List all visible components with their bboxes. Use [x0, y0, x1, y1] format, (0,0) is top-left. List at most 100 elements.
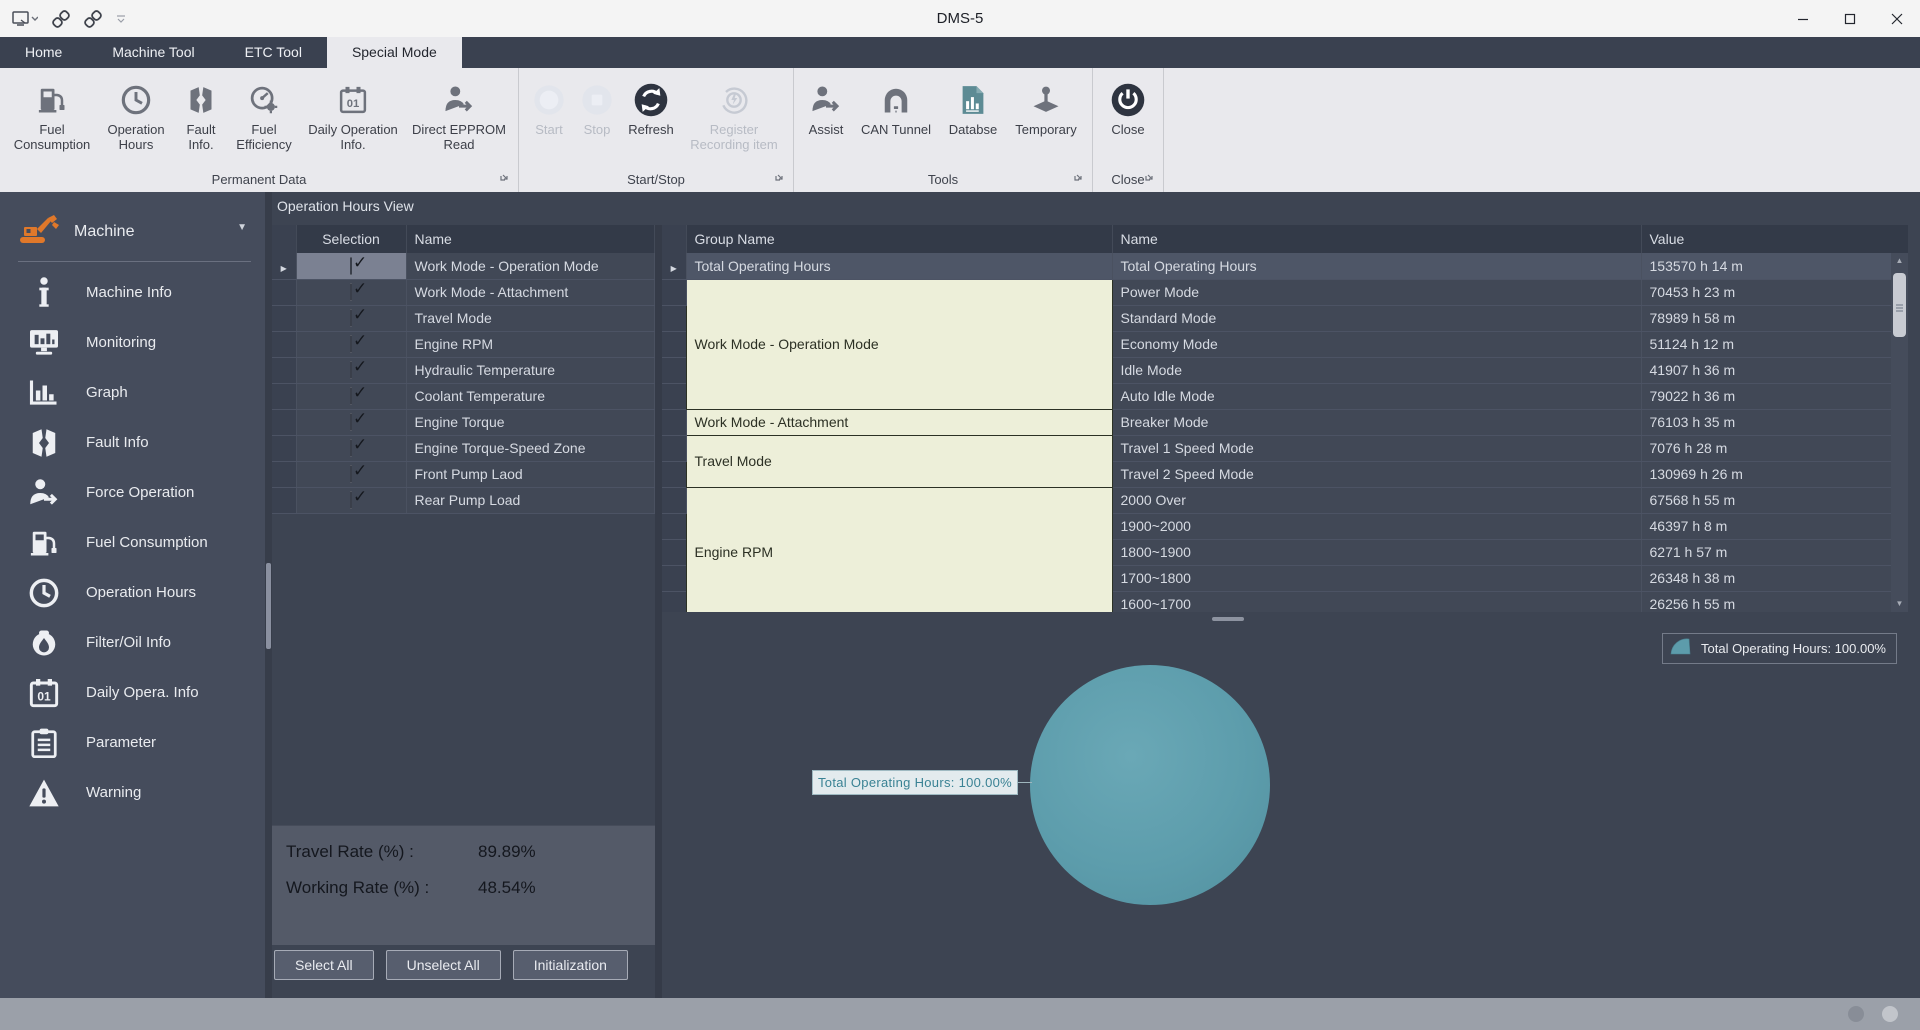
close-button[interactable]: Close	[1099, 76, 1157, 137]
table-row[interactable]: Engine RPM 2000 Over 67568 h 55 m	[662, 487, 1908, 513]
sidebar-item-operation-hours[interactable]: Operation Hours	[0, 568, 265, 618]
splitter-grip[interactable]	[266, 563, 271, 649]
daily-operation-info-button[interactable]: 01 Daily Operation Info.	[300, 76, 406, 153]
ribbon-group-permanent-data: Fuel Consumption Operation Hours Fault I…	[0, 68, 519, 192]
tab-machine-tool[interactable]: Machine Tool	[87, 37, 219, 68]
column-header-name[interactable]: Name	[1112, 225, 1641, 253]
sidebar-item-fuel-consumption[interactable]: Fuel Consumption	[0, 518, 265, 568]
dialog-launcher-icon[interactable]	[500, 167, 509, 187]
dialog-launcher-icon[interactable]	[1145, 167, 1154, 187]
checkbox[interactable]	[350, 335, 352, 353]
checkbox[interactable]	[350, 413, 352, 431]
direct-epprom-read-button[interactable]: Direct EPPROM Read	[406, 76, 512, 153]
table-row[interactable]: Front Pump Laod	[272, 461, 655, 487]
register-recording-item-button[interactable]: Register Recording item	[681, 76, 787, 153]
checkbox[interactable]	[350, 361, 352, 379]
fuel-consumption-button[interactable]: Fuel Consumption	[6, 76, 98, 153]
scroll-down-icon[interactable]: ▼	[1891, 596, 1908, 612]
column-header-name[interactable]: Name	[406, 225, 655, 253]
initialization-button[interactable]: Initialization	[513, 950, 628, 980]
unselect-all-button[interactable]: Unselect All	[386, 950, 501, 980]
vertical-scrollbar[interactable]: ▲ ▼	[1891, 225, 1908, 612]
column-header-value[interactable]: Value	[1641, 225, 1908, 253]
operation-hours-table: Group Name Name Value Total Operating Ho…	[662, 225, 1908, 612]
checkbox[interactable]	[350, 283, 352, 301]
chevron-down-icon[interactable]: ▼	[237, 222, 247, 233]
refresh-button[interactable]: Refresh	[621, 76, 681, 137]
sidebar-item-daily-operation-info[interactable]: 01 Daily Opera. Info	[0, 668, 265, 718]
tab-special-mode[interactable]: Special Mode	[327, 37, 462, 68]
group-cell[interactable]: Travel Mode	[686, 435, 1112, 487]
checkbox[interactable]	[350, 439, 352, 457]
group-cell[interactable]: Work Mode - Attachment	[686, 409, 1112, 435]
power-icon	[1111, 78, 1145, 122]
table-row[interactable]: Work Mode - Attachment Breaker Mode 7610…	[662, 409, 1908, 435]
sidebar-item-fault-info[interactable]: Fault Info	[0, 418, 265, 468]
sidebar-divider	[18, 261, 251, 262]
sidebar-splitter[interactable]	[265, 192, 272, 998]
can-tunnel-button[interactable]: CAN Tunnel	[852, 76, 940, 137]
dialog-launcher-icon[interactable]	[775, 167, 784, 187]
databse-button[interactable]: Databse	[940, 76, 1006, 137]
start-button[interactable]: Start	[525, 76, 573, 137]
fuel-efficiency-button[interactable]: Fuel Efficiency	[228, 76, 300, 153]
table-row[interactable]: Rear Pump Load	[272, 487, 655, 513]
sidebar-item-force-operation[interactable]: Force Operation	[0, 468, 265, 518]
tab-home[interactable]: Home	[0, 37, 87, 68]
sidebar-item-graph[interactable]: Graph	[0, 368, 265, 418]
splitter-grip[interactable]	[1212, 617, 1244, 621]
tunnel-icon	[881, 78, 911, 122]
scroll-up-icon[interactable]: ▲	[1891, 253, 1908, 269]
status-indicator	[1882, 1006, 1898, 1022]
group-cell[interactable]: Engine RPM	[686, 487, 1112, 612]
table-row[interactable]: Coolant Temperature	[272, 383, 655, 409]
table-row[interactable]: Engine Torque-Speed Zone	[272, 435, 655, 461]
pie-slice-total-operating-hours[interactable]	[1030, 665, 1270, 905]
table-row[interactable]: Hydraulic Temperature	[272, 357, 655, 383]
sidebar-item-warning[interactable]: Warning	[0, 768, 265, 818]
table-row[interactable]: Work Mode - Operation Mode Power Mode 70…	[662, 279, 1908, 305]
group-label-permanent-data: Permanent Data	[212, 172, 307, 187]
column-header-selection[interactable]: Selection	[296, 225, 406, 253]
sidebar: Machine ▼ Machine Info Monitoring Graph	[0, 192, 265, 998]
excavator-icon	[18, 214, 62, 249]
table-row[interactable]: Total Operating Hours Total Operating Ho…	[662, 253, 1908, 279]
tab-etc-tool[interactable]: ETC Tool	[220, 37, 327, 68]
table-row[interactable]: Travel Mode Travel 1 Speed Mode 7076 h 2…	[662, 435, 1908, 461]
scrollbar-thumb[interactable]	[1893, 273, 1906, 337]
sidebar-item-parameter[interactable]: Parameter	[0, 718, 265, 768]
temporary-button[interactable]: Temporary	[1006, 76, 1086, 137]
sidebar-item-machine-info[interactable]: Machine Info	[0, 268, 265, 318]
operation-hours-button[interactable]: Operation Hours	[98, 76, 174, 153]
select-all-button[interactable]: Select All	[274, 950, 374, 980]
fault-info-button[interactable]: Fault Info.	[174, 76, 228, 153]
clock-icon	[120, 78, 152, 122]
minimize-button[interactable]	[1779, 0, 1826, 37]
machine-selector[interactable]: Machine ▼	[0, 192, 265, 261]
table-row[interactable]: Travel Mode	[272, 305, 655, 331]
operation-hours-chart: Total Operating Hours: 100.00% Total Ope…	[662, 623, 1908, 998]
dialog-launcher-icon[interactable]	[1074, 167, 1083, 187]
table-row[interactable]: Work Mode - Operation Mode	[272, 253, 655, 279]
svg-text:01: 01	[347, 98, 360, 110]
column-header-group-name[interactable]: Group Name	[686, 225, 1112, 253]
checkbox[interactable]	[350, 491, 352, 509]
table-row[interactable]: Engine RPM	[272, 331, 655, 357]
group-cell[interactable]: Work Mode - Operation Mode	[686, 279, 1112, 409]
checkbox[interactable]	[350, 309, 352, 327]
sidebar-item-filter-oil-info[interactable]: Filter/Oil Info	[0, 618, 265, 668]
checkbox[interactable]	[350, 465, 352, 483]
checkbox[interactable]	[350, 387, 352, 405]
table-row[interactable]: Work Mode - Attachment	[272, 279, 655, 305]
sidebar-item-monitoring[interactable]: Monitoring	[0, 318, 265, 368]
maximize-button[interactable]	[1826, 0, 1873, 37]
checkbox[interactable]	[350, 257, 352, 275]
close-window-button[interactable]	[1873, 0, 1920, 37]
assist-button[interactable]: Assist	[800, 76, 852, 137]
stop-button[interactable]: Stop	[573, 76, 621, 137]
fault-cube-icon	[187, 78, 215, 122]
table-row[interactable]: Engine Torque	[272, 409, 655, 435]
window-title: DMS-5	[0, 10, 1920, 27]
group-cell[interactable]: Total Operating Hours	[686, 253, 1112, 279]
horizontal-splitter[interactable]	[662, 615, 1908, 623]
